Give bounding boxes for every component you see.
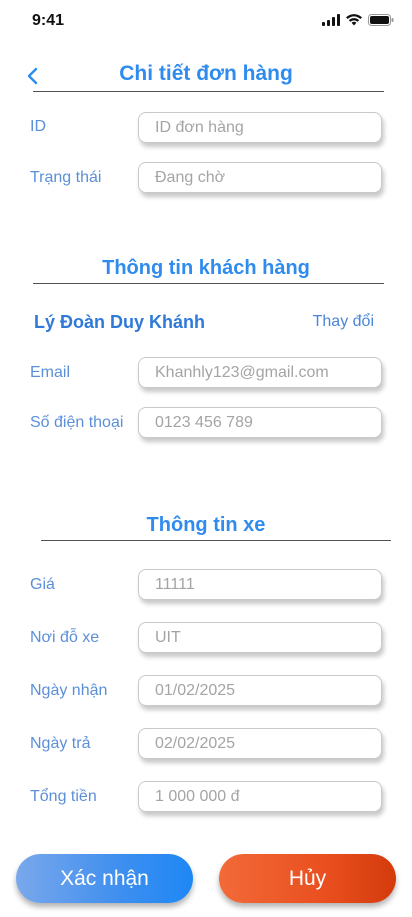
phone-label: Số điện thoại — [30, 414, 124, 431]
confirm-button[interactable]: Xác nhận — [16, 854, 193, 903]
return-date-field[interactable] — [138, 728, 382, 759]
customer-section-title: Thông tin khách hàng — [102, 257, 310, 279]
change-customer-link[interactable]: Thay đổi — [313, 313, 374, 331]
order-status-label: Trạng thái — [30, 169, 102, 186]
status-icons — [322, 14, 394, 26]
parking-field[interactable] — [138, 622, 382, 653]
pickup-date-field[interactable] — [138, 675, 382, 706]
vehicle-divider — [41, 540, 391, 541]
page-title: Chi tiết đơn hàng — [119, 62, 293, 85]
parking-label: Nơi đỗ xe — [30, 629, 100, 646]
total-field[interactable] — [138, 781, 382, 812]
order-id-input[interactable] — [138, 112, 382, 143]
cancel-button[interactable]: Hủy — [219, 854, 396, 903]
return-date-label: Ngày trả — [30, 735, 91, 752]
total-label: Tổng tiền — [30, 788, 97, 805]
signal-icon — [322, 14, 340, 26]
header-divider — [33, 91, 384, 92]
phone-field[interactable] — [138, 407, 382, 438]
email-field[interactable] — [138, 357, 382, 388]
pickup-date-label: Ngày nhận — [30, 682, 108, 699]
email-label: Email — [30, 364, 71, 381]
order-status-input[interactable] — [138, 162, 382, 193]
price-label: Giá — [30, 576, 55, 593]
customer-name: Lý Đoàn Duy Khánh — [34, 312, 206, 332]
status-time: 9:41 — [32, 12, 65, 29]
order-id-label: ID — [30, 118, 46, 135]
customer-divider — [33, 283, 384, 284]
vehicle-section-title: Thông tin xe — [146, 514, 266, 536]
battery-icon — [368, 14, 394, 26]
price-field[interactable] — [138, 569, 382, 600]
wifi-icon — [346, 14, 362, 26]
status-bar: 9:41 — [0, 0, 412, 44]
